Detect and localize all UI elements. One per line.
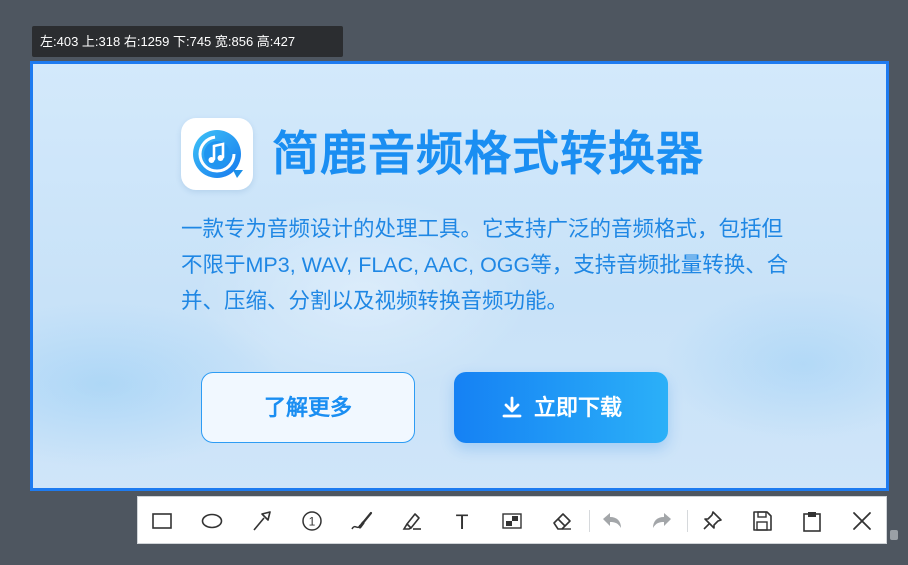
download-label: 立即下载 (533, 395, 622, 420)
rectangle-icon[interactable] (147, 506, 177, 536)
brush-icon[interactable] (347, 506, 377, 536)
pin-icon[interactable] (697, 506, 727, 536)
mosaic-icon[interactable] (497, 506, 527, 536)
save-icon[interactable] (747, 506, 777, 536)
text-icon[interactable]: T (447, 506, 477, 536)
number-marker-glyph: 1 (309, 515, 316, 529)
undo-icon[interactable] (597, 506, 627, 536)
learn-more-label: 了解更多 (263, 395, 352, 420)
selection-dimensions-label: 左:403 上:318 右:1259 下:745 宽:856 高:427 (32, 26, 343, 57)
redo-icon[interactable] (647, 506, 677, 536)
toolbar-separator (687, 510, 688, 532)
annotation-toolbar: 1 T (137, 496, 887, 544)
text-tool-glyph: T (456, 511, 469, 532)
app-logo (181, 118, 253, 190)
clipboard-icon[interactable] (797, 506, 827, 536)
download-button[interactable]: 立即下载 (454, 372, 668, 443)
app-title: 简鹿音频格式转换器 (272, 127, 704, 180)
arrow-icon[interactable] (247, 506, 277, 536)
close-icon[interactable] (847, 506, 877, 536)
capture-selection-area[interactable]: 简鹿音频格式转换器 一款专为音频设计的处理工具。它支持广泛的音频格式，包括但不限… (30, 61, 889, 491)
highlighter-icon[interactable] (397, 506, 427, 536)
circled-number-icon[interactable]: 1 (297, 506, 327, 536)
app-description: 一款专为音频设计的处理工具。它支持广泛的音频格式，包括但不限于MP3, WAV,… (181, 217, 789, 313)
eraser-icon[interactable] (547, 506, 577, 536)
music-note-refresh-icon (193, 130, 243, 178)
ellipse-icon[interactable] (197, 506, 227, 536)
learn-more-button[interactable]: 了解更多 (201, 372, 415, 443)
download-icon (500, 376, 524, 447)
resize-handle[interactable] (890, 530, 898, 540)
toolbar-separator (589, 510, 590, 532)
